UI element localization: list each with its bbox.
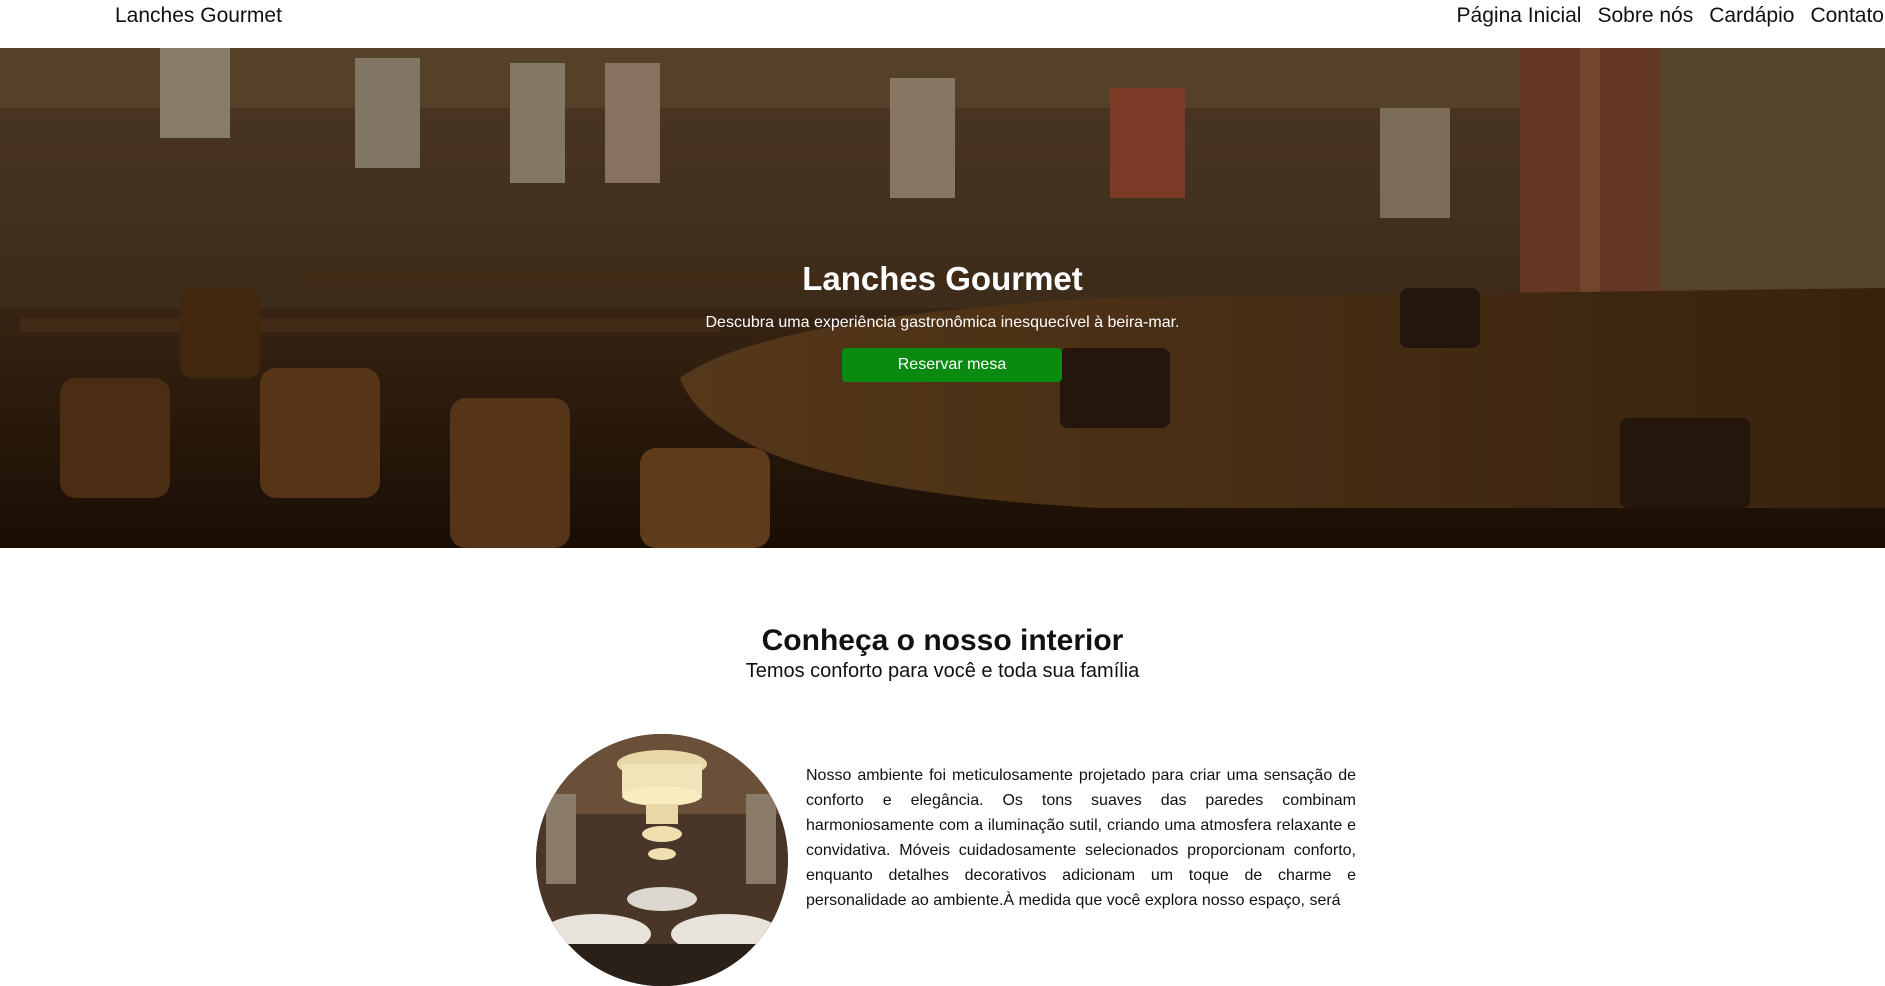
interior-title: Conheça o nosso interior (761, 624, 1124, 657)
nav-link-contact[interactable]: Contato (1810, 4, 1884, 28)
hero-section: Lanches Gourmet Descubra uma experiência… (0, 48, 1885, 548)
interior-photo (536, 734, 788, 986)
nav-link-about[interactable]: Sobre nós (1597, 4, 1693, 28)
nav-links: Página Inicial Sobre nós Cardápio Contat… (1441, 4, 1885, 28)
reserve-table-button[interactable]: Reservar mesa (842, 348, 1062, 382)
interior-description: Nosso ambiente foi meticulosamente proje… (806, 767, 1356, 909)
hero-content: Lanches Gourmet Descubra uma experiência… (0, 48, 1885, 548)
hero-subtitle: Descubra uma experiência gastronômica in… (705, 314, 1180, 331)
dining-room-image (536, 734, 788, 986)
hero-title: Lanches Gourmet (802, 260, 1083, 297)
navbar: Lanches Gourmet Página Inicial Sobre nós… (0, 0, 1885, 48)
interior-subtitle: Temos conforto para você e toda sua famí… (745, 660, 1140, 682)
nav-link-menu[interactable]: Cardápio (1709, 4, 1794, 28)
brand-link[interactable]: Lanches Gourmet (115, 4, 282, 28)
nav-link-home[interactable]: Página Inicial (1457, 4, 1582, 28)
